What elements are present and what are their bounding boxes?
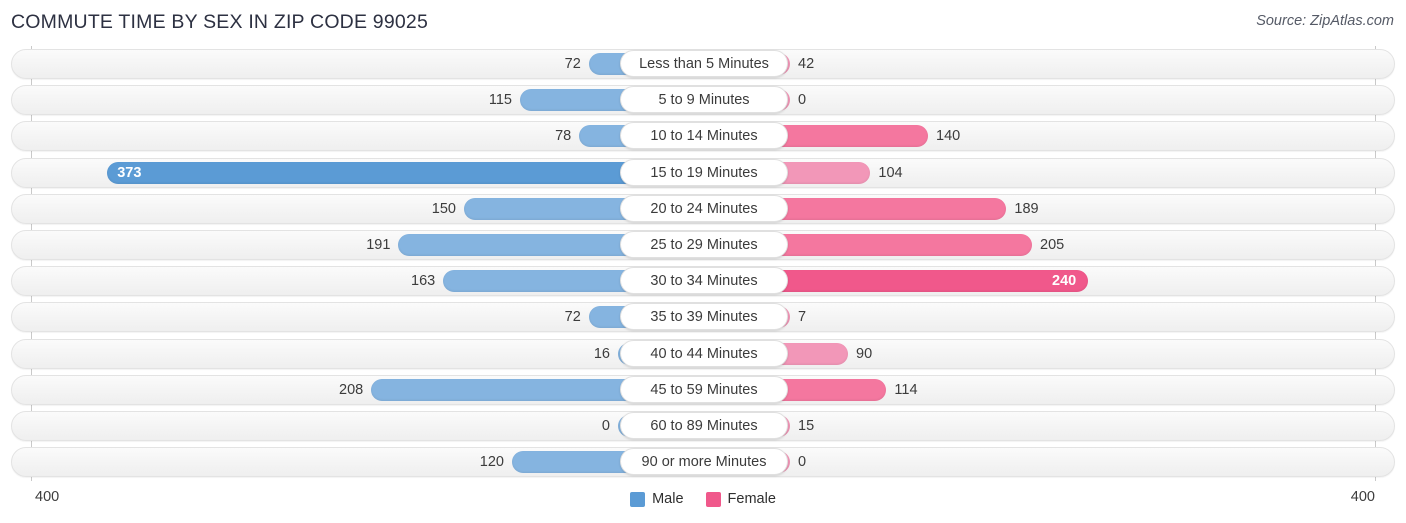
chart-legend: Male Female [0, 491, 1406, 507]
value-label-male: 115 [488, 92, 512, 109]
legend-swatch-icon [630, 491, 646, 507]
value-label-male: 120 [479, 454, 504, 471]
category-label: Less than 5 Minutes [620, 50, 788, 77]
page-title: COMMUTE TIME BY SEX IN ZIP CODE 99025 [11, 11, 429, 33]
table-row: 72 7 35 to 39 Minutes [0, 299, 1406, 335]
table-row: 16 90 40 to 44 Minutes [0, 336, 1406, 372]
value-label-female: 240 [1052, 273, 1077, 290]
chart-header: COMMUTE TIME BY SEX IN ZIP CODE 99025 So… [0, 0, 1406, 46]
chart-footer: 400 400 Male Female [0, 481, 1406, 523]
value-label-female: 189 [1014, 200, 1039, 217]
value-label-male: 150 [431, 200, 456, 217]
table-row: 373 104 15 to 19 Minutes [0, 155, 1406, 191]
legend-label: Female [727, 491, 776, 507]
value-label-male: 163 [411, 273, 436, 290]
source-attribution: Source: ZipAtlas.com [1256, 13, 1394, 29]
table-row: 0 15 60 to 89 Minutes [0, 408, 1406, 444]
legend-swatch-icon [705, 491, 721, 507]
value-label-male: 208 [339, 381, 364, 398]
table-row: 115 0 5 to 9 Minutes [0, 82, 1406, 118]
value-label-male: 0 [601, 417, 610, 434]
category-label: 60 to 89 Minutes [620, 411, 788, 439]
legend-label: Male [652, 491, 684, 507]
value-label-female: 0 [798, 454, 807, 471]
legend-item-female[interactable]: Female [705, 491, 776, 507]
table-row: 150 189 20 to 24 Minutes [0, 191, 1406, 227]
plot-area: 72 42 Less than 5 Minutes 115 0 5 to 9 Minute… [0, 46, 1406, 481]
category-label: 20 to 24 Minutes [620, 194, 788, 222]
table-row: 208 114 45 to 59 Minutes [0, 372, 1406, 408]
value-label-female: 15 [798, 417, 815, 434]
category-label: 90 or more Minutes [620, 448, 788, 476]
category-label: 10 to 14 Minutes [620, 122, 788, 150]
bar-male [107, 161, 704, 184]
value-label-male: 16 [593, 345, 610, 362]
value-label-female: 0 [798, 92, 807, 109]
table-row: 78 140 10 to 14 Minutes [0, 118, 1406, 154]
table-row: 120 0 90 or more Minutes [0, 444, 1406, 480]
category-label: 40 to 44 Minutes [620, 339, 788, 367]
value-label-female: 7 [798, 309, 807, 326]
table-row: 191 205 25 to 29 Minutes [0, 227, 1406, 263]
category-label: 15 to 19 Minutes [620, 158, 788, 186]
category-label: 45 to 59 Minutes [620, 375, 788, 403]
value-label-male: 78 [555, 128, 572, 145]
value-label-female: 114 [894, 381, 918, 398]
value-label-male: 72 [564, 309, 581, 326]
legend-item-male[interactable]: Male [630, 491, 684, 507]
value-label-female: 205 [1040, 236, 1065, 253]
table-row: 163 240 30 to 34 Minutes [0, 263, 1406, 299]
value-label-female: 140 [936, 128, 961, 145]
value-label-female: 104 [878, 164, 903, 181]
category-label: 5 to 9 Minutes [620, 86, 788, 114]
category-label: 35 to 39 Minutes [620, 303, 788, 331]
value-label-female: 90 [856, 345, 873, 362]
value-label-male: 72 [564, 56, 581, 72]
table-row: 72 42 Less than 5 Minutes [0, 46, 1406, 82]
value-label-male: 373 [117, 164, 142, 181]
value-label-male: 191 [366, 236, 391, 253]
bar-rows: 72 42 Less than 5 Minutes 115 0 5 to 9 Minute… [0, 46, 1406, 480]
commute-time-bar-chart: COMMUTE TIME BY SEX IN ZIP CODE 99025 So… [0, 0, 1406, 523]
category-label: 25 to 29 Minutes [620, 230, 788, 258]
category-label: 30 to 34 Minutes [620, 267, 788, 295]
value-label-female: 42 [798, 56, 815, 72]
